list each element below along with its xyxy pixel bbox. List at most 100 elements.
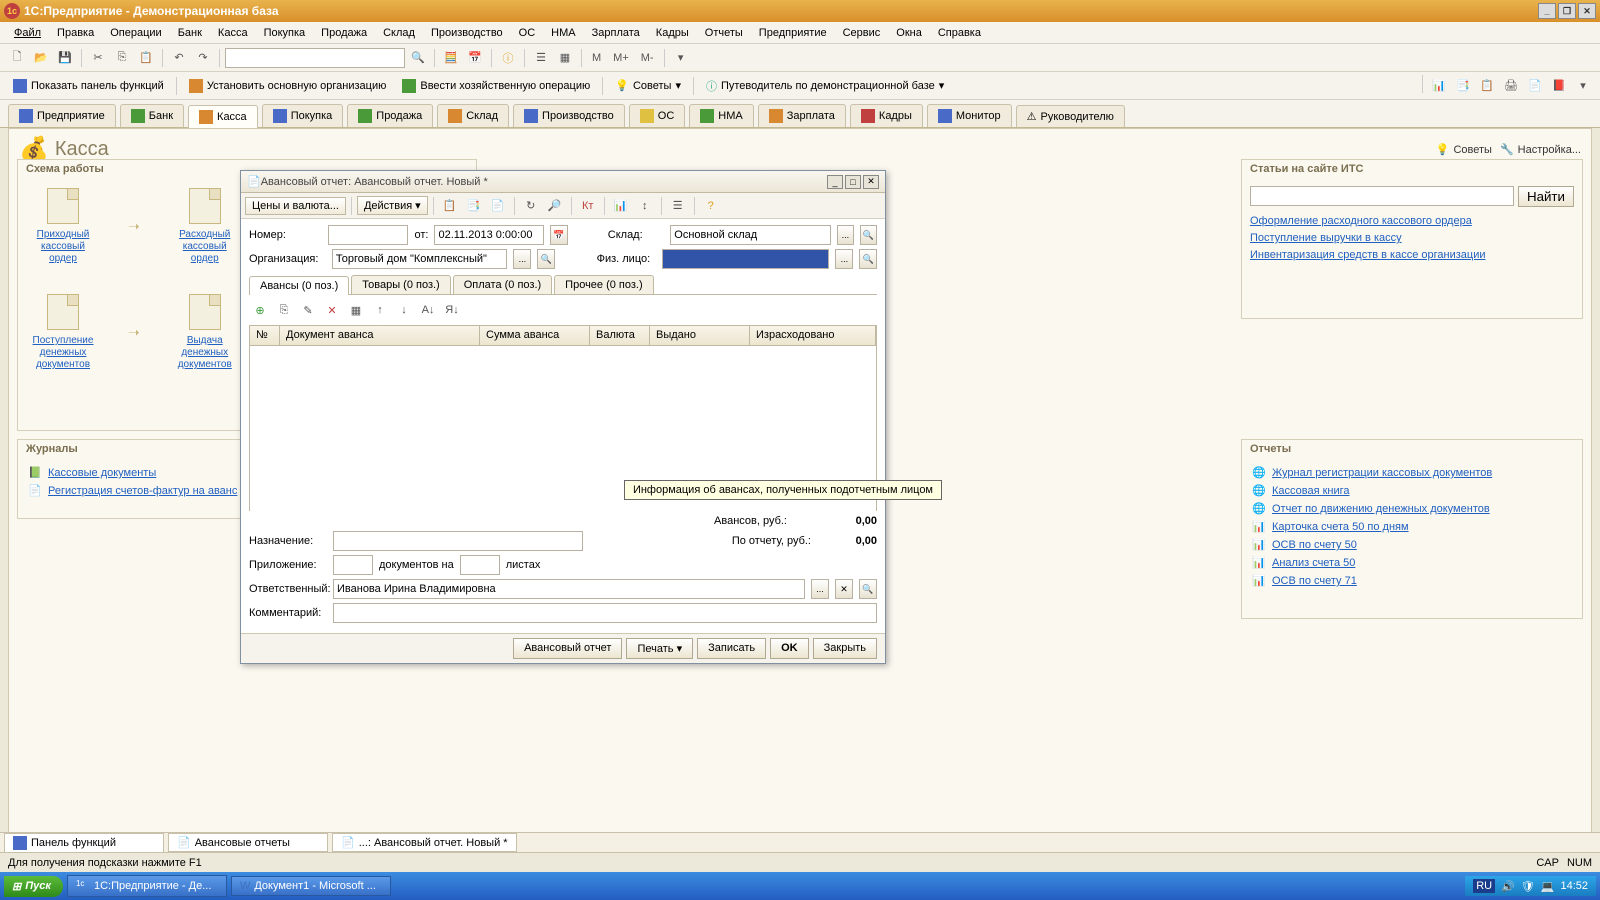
m-plus-icon[interactable]: M+ <box>608 47 634 69</box>
add-row-icon[interactable]: ⊕ <box>249 299 271 321</box>
advice-button[interactable]: 💡Советы▾ <box>608 75 688 97</box>
start-button[interactable]: ⊞Пуск <box>4 876 63 897</box>
save-icon[interactable]: 💾 <box>54 47 76 69</box>
close-button[interactable]: ✕ <box>1578 3 1596 19</box>
copy-row-icon[interactable]: ⎘ <box>273 299 295 321</box>
advance-report-button[interactable]: Авансовый отчет <box>513 638 622 659</box>
redo-icon[interactable]: ↷ <box>192 47 214 69</box>
menu-windows[interactable]: Окна <box>888 25 930 41</box>
tab-salary[interactable]: Зарплата <box>758 104 846 127</box>
report-item[interactable]: 📊ОСВ по счету 71 <box>1252 574 1572 588</box>
tab-kassa[interactable]: Касса <box>188 105 258 128</box>
its-search-input[interactable] <box>1250 186 1514 206</box>
show-panel-button[interactable]: Показать панель функций <box>6 75 171 97</box>
tab-other[interactable]: Прочее (0 поз.) <box>554 275 653 294</box>
its-link[interactable]: Инвентаризация средств в кассе организац… <box>1250 249 1486 261</box>
sort-desc-icon[interactable]: Я↓ <box>441 299 463 321</box>
menu-staff[interactable]: Кадры <box>648 25 697 41</box>
tab-bank[interactable]: Банк <box>120 104 184 127</box>
lang-indicator[interactable]: RU <box>1473 879 1495 893</box>
org-select-button[interactable]: ... <box>513 249 531 269</box>
responsible-select-button[interactable]: ... <box>811 579 829 599</box>
tab-staff[interactable]: Кадры <box>850 104 923 127</box>
undo-icon[interactable]: ↶ <box>168 47 190 69</box>
tb-icon-8[interactable]: ↕ <box>634 195 656 217</box>
date-input[interactable] <box>434 225 544 245</box>
col-sum[interactable]: Сумма аванса <box>480 326 590 345</box>
col-n[interactable]: № <box>250 326 280 345</box>
tb-row-icon-1[interactable]: ▦ <box>345 299 367 321</box>
org-search-button[interactable]: 🔍 <box>537 249 555 269</box>
paste-icon[interactable]: 📋 <box>135 47 157 69</box>
person-select-button[interactable]: ... <box>835 249 853 269</box>
schema-item-issue[interactable]: Выдача денежных документов <box>170 294 240 370</box>
edit-row-icon[interactable]: ✎ <box>297 299 319 321</box>
sheets-count-input[interactable] <box>460 555 500 575</box>
tab-nma[interactable]: НМА <box>689 104 753 127</box>
m-icon[interactable]: M <box>587 47 606 69</box>
warehouse-search-button[interactable]: 🔍 <box>860 225 877 245</box>
mdi-item-panel[interactable]: Панель функций <box>4 833 164 853</box>
responsible-search-button[interactable]: 🔍 <box>859 579 877 599</box>
dialog-titlebar[interactable]: 📄 Авансовый отчет: Авансовый отчет. Новы… <box>241 171 885 193</box>
tb-icon-3[interactable]: 📄 <box>487 195 509 217</box>
col-issued[interactable]: Выдано <box>650 326 750 345</box>
its-link[interactable]: Поступление выручки в кассу <box>1250 232 1402 244</box>
org-input[interactable] <box>332 249 508 269</box>
report-item[interactable]: 📊Карточка счета 50 по дням <box>1252 520 1572 534</box>
menu-edit[interactable]: Правка <box>49 25 102 41</box>
clock[interactable]: 14:52 <box>1560 880 1588 892</box>
m-minus-icon[interactable]: M- <box>636 47 659 69</box>
tb-icon-2[interactable]: 📑 <box>463 195 485 217</box>
grid-icon[interactable]: ▦ <box>554 47 576 69</box>
restore-button[interactable]: ❐ <box>1558 3 1576 19</box>
save-button[interactable]: Записать <box>697 638 766 659</box>
sort-asc-icon[interactable]: A↓ <box>417 299 439 321</box>
schema-item-incoming[interactable]: Приходный кассовый ордер <box>28 188 98 264</box>
menu-kassa[interactable]: Касса <box>210 25 256 41</box>
settings-link[interactable]: 🔧Настройка... <box>1500 143 1581 156</box>
tab-warehouse[interactable]: Склад <box>437 104 509 127</box>
report-item[interactable]: 📊Анализ счета 50 <box>1252 556 1572 570</box>
list-icon[interactable]: ☰ <box>530 47 552 69</box>
col-currency[interactable]: Валюта <box>590 326 650 345</box>
comment-input[interactable] <box>333 603 877 623</box>
tab-sale[interactable]: Продажа <box>347 104 433 127</box>
delete-row-icon[interactable]: ✕ <box>321 299 343 321</box>
tab-purchase[interactable]: Покупка <box>262 104 344 127</box>
rt-icon-3[interactable]: 📋 <box>1476 75 1498 97</box>
open-icon[interactable]: 📂 <box>30 47 52 69</box>
responsible-clear-button[interactable]: ✕ <box>835 579 853 599</box>
new-icon[interactable]: 🗋 <box>6 47 28 69</box>
mdi-item-reports[interactable]: 📄Авансовые отчеты <box>168 833 328 852</box>
menu-os[interactable]: ОС <box>511 25 544 41</box>
person-input[interactable] <box>662 249 830 269</box>
print-button[interactable]: Печать ▾ <box>626 638 693 659</box>
dropdown-icon[interactable]: ▾ <box>670 47 692 69</box>
its-find-button[interactable]: Найти <box>1518 186 1574 207</box>
number-input[interactable] <box>328 225 408 245</box>
report-item[interactable]: 🌐Кассовая книга <box>1252 484 1572 498</box>
copy-icon[interactable]: ⎘ <box>111 47 133 69</box>
report-item[interactable]: 🌐Журнал регистрации кассовых документов <box>1252 466 1572 480</box>
menu-nma[interactable]: НМА <box>543 25 583 41</box>
rt-icon-6[interactable]: 📕 <box>1548 75 1570 97</box>
tab-monitor[interactable]: Монитор <box>927 104 1012 127</box>
dialog-maximize-button[interactable]: □ <box>845 175 861 189</box>
taskbar-item-1c[interactable]: 1c1С:Предприятие - Де... <box>67 875 227 897</box>
tb-icon-1[interactable]: 📋 <box>439 195 461 217</box>
close-dialog-button[interactable]: Закрыть <box>813 638 877 659</box>
tb-icon-7[interactable]: 📊 <box>610 195 632 217</box>
warehouse-input[interactable] <box>670 225 831 245</box>
report-item[interactable]: 📊ОСВ по счету 50 <box>1252 538 1572 552</box>
warehouse-select-button[interactable]: ... <box>837 225 854 245</box>
menu-sale[interactable]: Продажа <box>313 25 375 41</box>
tab-payment[interactable]: Оплата (0 поз.) <box>453 275 552 294</box>
tab-os[interactable]: ОС <box>629 104 686 127</box>
set-org-button[interactable]: Установить основную организацию <box>182 75 394 97</box>
docs-count-input[interactable] <box>333 555 373 575</box>
its-link[interactable]: Оформление расходного кассового ордера <box>1250 215 1472 227</box>
rt-icon-1[interactable]: 📊 <box>1428 75 1450 97</box>
rt-icon-4[interactable]: 🖨 <box>1500 75 1522 97</box>
menu-enterprise[interactable]: Предприятие <box>751 25 835 41</box>
